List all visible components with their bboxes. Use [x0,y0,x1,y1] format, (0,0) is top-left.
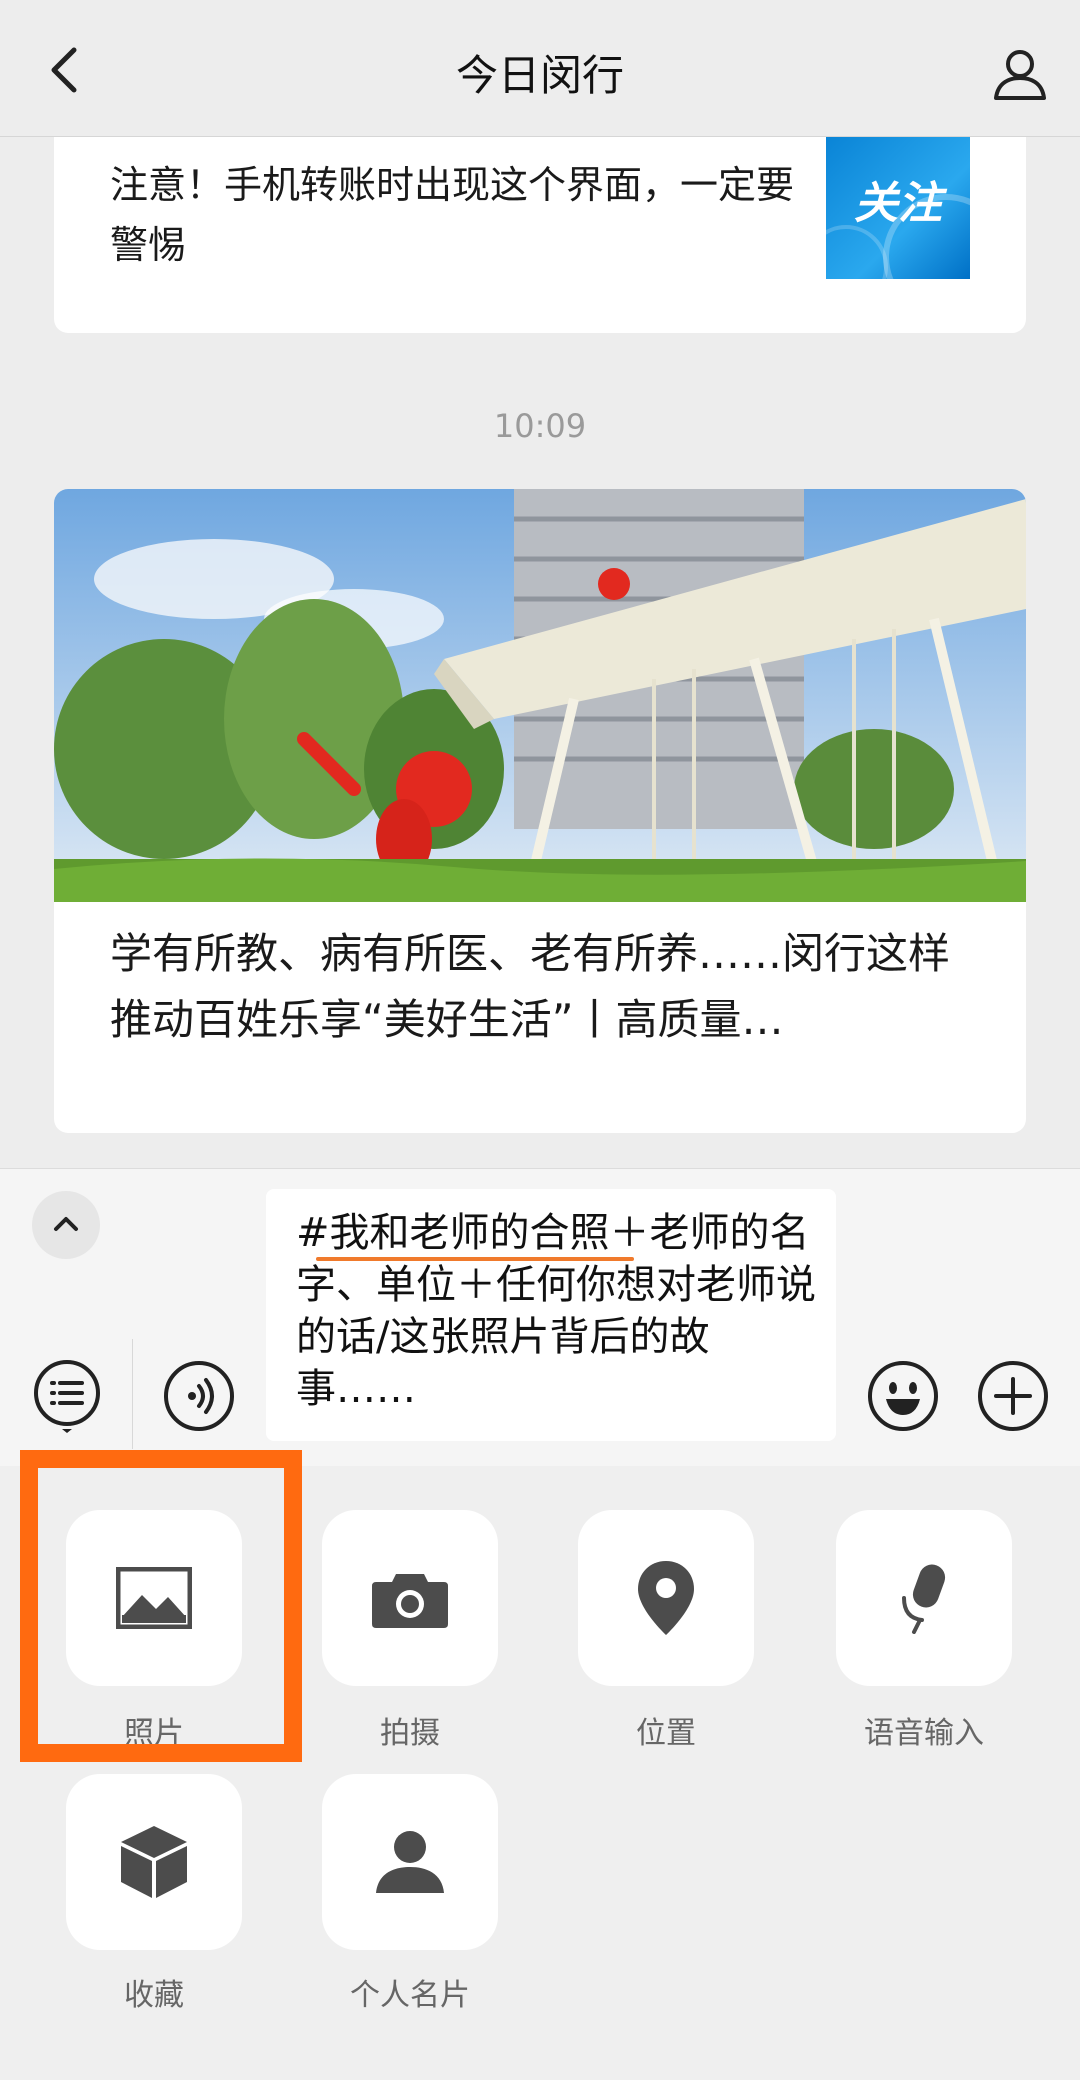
message-input-bar: #我和老师的合照＋老师的名字、单位＋任何你想对老师说的话/这张照片背后的故事…… [0,1168,1080,1467]
camera-icon [372,1574,448,1628]
hashtag-underline [316,1257,634,1261]
chevron-up-icon[interactable] [32,1191,100,1259]
voice-input-button[interactable] [836,1510,1012,1686]
location-button[interactable] [578,1510,754,1686]
article-card[interactable]: 学有所教、病有所医、老有所养……闵行这样推动百姓乐享“美好生活”丨高质量… [54,489,1026,1133]
article-thumbnail: 关注 [826,137,970,279]
location-icon [638,1561,694,1635]
page-title: 今日闵行 [455,51,624,100]
camera-label: 拍摄 [380,1716,440,1751]
favorites-button[interactable] [66,1774,242,1950]
plus-icon[interactable] [976,1359,1050,1433]
contact-card-icon [376,1831,444,1893]
message-input[interactable]: #我和老师的合照＋老师的名字、单位＋任何你想对老师说的话/这张照片背后的故事…… [266,1189,836,1441]
article-card[interactable]: 注意！手机转账时出现这个界面，一定要警惕 关注 [54,137,1026,333]
camera-button[interactable] [322,1510,498,1686]
message-draft-text: #我和老师的合照＋老师的名字、单位＋任何你想对老师说的话/这张照片背后的故事…… [296,1210,816,1412]
article-title: 学有所教、病有所医、老有所养……闵行这样推动百姓乐享“美好生活”丨高质量… [110,929,951,1044]
voice-input-label: 语音输入 [864,1716,984,1751]
location-label: 位置 [636,1716,696,1751]
top-bar: 今日闵行 [0,0,1080,137]
article-title: 注意！手机转账时出现这个界面，一定要警惕 [110,163,795,267]
favorites-box-icon [121,1826,187,1898]
toolbar-divider [132,1339,133,1449]
contact-card-label: 个人名片 [350,1978,470,2013]
message-timestamp: 10:09 [493,407,587,445]
emoji-icon[interactable] [866,1359,940,1433]
list-menu-icon[interactable] [30,1359,104,1433]
thumbnail-label: 关注 [854,178,942,229]
chat-area: 注意！手机转账时出现这个界面，一定要警惕 关注 10:09 学有所教、病有所医、… [0,137,1080,1167]
favorites-label: 收藏 [124,1978,184,2013]
highlight-box [20,1450,302,1762]
person-icon[interactable] [990,44,1050,104]
contact-card-button[interactable] [322,1774,498,1950]
microphone-icon [902,1564,946,1634]
article-cover-image [54,489,1026,902]
voice-icon[interactable] [162,1359,236,1433]
